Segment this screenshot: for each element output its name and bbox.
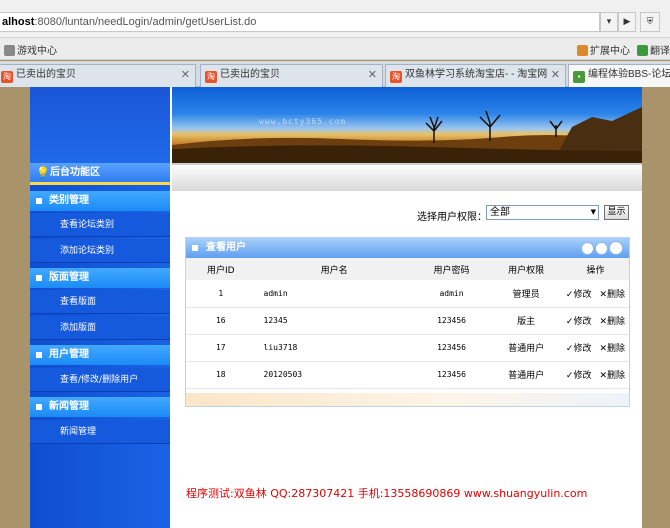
cell-actions: ✓修改 ✕删除 [561,334,629,362]
filter-label: 选择用户权限： [417,212,487,223]
extension-icon [577,45,588,56]
sidebar-section-board[interactable]: 版面管理 [30,268,170,288]
show-button[interactable]: 显示 [604,205,629,220]
circle-icon [595,242,608,255]
edit-link[interactable]: ✓修改 [566,344,592,354]
delete-link[interactable]: ✕删除 [599,290,625,300]
sidebar-section-category[interactable]: 类别管理 [30,191,170,211]
cell-role: 管理员 [490,280,562,308]
taobao-icon: 淘 [205,71,217,83]
cell-id: 18 [186,361,256,389]
table-row: 1 admin admin 管理员 ✓修改 ✕删除 [186,280,629,308]
landscape-image [172,107,642,163]
cell-username: 20120503 [255,361,413,389]
cell-role: 版主 [490,307,562,335]
browser-toolbar: alhost:8080/luntan/needLogin/admin/getUs… [0,0,670,38]
page-icon: ▪ [573,71,585,83]
address-bar[interactable]: alhost:8080/luntan/needLogin/admin/getUs… [0,12,600,32]
cell-password: admin [412,280,491,308]
bookmark-extension-center[interactable]: 扩展中心 [577,42,630,57]
user-list-panel: 查看用户 用户ID 用户名 用户密码 用户权限 操作 1 admin admin… [185,237,630,407]
bookmark-translate[interactable]: 翻译 [637,42,670,57]
delete-link[interactable]: ✕删除 [599,371,625,381]
cell-id: 16 [186,307,256,335]
edit-link[interactable]: ✓修改 [566,371,592,381]
panel-footer [186,393,629,406]
banner-subbar [172,163,642,191]
col-role: 用户权限 [490,258,562,280]
gamepad-icon [4,45,15,56]
cell-password: 123456 [412,307,491,335]
close-icon[interactable]: ✕ [551,65,560,85]
site-watermark: www.bcty365.com [259,117,347,126]
close-icon[interactable]: ✕ [368,65,377,85]
sidebar-item-view-categories[interactable]: 查看论坛类别 [30,213,170,237]
table-row: 18 20120503 123456 普通用户 ✓修改 ✕删除 [186,361,629,389]
lightbulb-icon: 💡 [36,166,50,179]
sidebar-section-news[interactable]: 新闻管理 [30,397,170,417]
sidebar-item-add-board[interactable]: 添加版面 [30,316,170,340]
tab-sold-items-2[interactable]: 淘已卖出的宝贝 ✕ [200,64,383,87]
footer-credit: 程序测试:双鱼林 QQ:287307421 手机:13558690869 www… [186,487,588,500]
cell-actions: ✓修改 ✕删除 [561,307,629,335]
cell-id: 17 [186,334,256,362]
sidebar-header [30,87,170,163]
cell-id: 1 [186,280,256,308]
col-actions: 操作 [561,258,629,280]
col-username: 用户名 [255,258,413,280]
user-table: 用户ID 用户名 用户密码 用户权限 操作 1 admin admin 管理员 … [186,258,629,389]
header-banner: www.bcty365.com [172,87,642,163]
col-user-id: 用户ID [186,258,256,280]
delete-link[interactable]: ✕删除 [599,344,625,354]
circle-icon [581,242,594,255]
tab-taobao-shop[interactable]: 淘双鱼林学习系统淘宝店- - 淘宝网 ✕ [385,64,566,87]
translate-icon [637,45,648,56]
chevron-down-icon: ▼ [590,208,596,216]
cell-username: liu3718 [255,334,413,362]
table-row: 17 liu3718 123456 普通用户 ✓修改 ✕删除 [186,334,629,362]
sidebar: 💡 后台功能区 类别管理 查看论坛类别 添加论坛类别 版面管理 查看版面 添加版面… [30,87,170,528]
cell-actions: ✓修改 ✕删除 [561,280,629,308]
role-select[interactable]: 全部 ▼ [486,205,599,220]
taobao-icon: 淘 [1,71,13,83]
delete-link[interactable]: ✕删除 [599,317,625,327]
edit-link[interactable]: ✓修改 [566,317,592,327]
sidebar-item-manage-users[interactable]: 查看/修改/删除用户 [30,368,170,392]
cell-role: 普通用户 [490,361,562,389]
cell-role: 普通用户 [490,334,562,362]
col-password: 用户密码 [412,258,491,280]
tab-sold-items-1[interactable]: 淘已卖出的宝贝 ✕ [0,64,196,87]
table-row: 16 12345 123456 版主 ✓修改 ✕删除 [186,307,629,335]
close-icon[interactable]: ✕ [181,65,190,85]
cell-username: admin [255,280,413,308]
edit-link[interactable]: ✓修改 [566,290,592,300]
cell-password: 123456 [412,334,491,362]
cell-actions: ✓修改 ✕删除 [561,361,629,389]
table-header-row: 用户ID 用户名 用户密码 用户权限 操作 [186,258,629,280]
go-icon[interactable]: ▶ [618,12,636,32]
cell-password: 123456 [412,361,491,389]
tab-bbs-active[interactable]: ▪ 编程体验BBS-论坛 | [568,64,670,87]
cell-username: 12345 [255,307,413,335]
shield-icon[interactable]: ⛨ [640,12,660,32]
bookmarks-bar: 游戏中心 扩展中心 翻译 [0,38,670,60]
tab-bar: 淘已卖出的宝贝 ✕ 淘已卖出的宝贝 ✕ 淘双鱼林学习系统淘宝店- - 淘宝网 ✕ ▪ 编… [0,61,670,87]
dropdown-icon[interactable]: ▾ [600,12,618,32]
page-content: 💡 后台功能区 类别管理 查看论坛类别 添加论坛类别 版面管理 查看版面 添加版面… [30,87,642,528]
sidebar-item-view-boards[interactable]: 查看版面 [30,290,170,314]
circle-icon [609,241,623,255]
sidebar-section-user[interactable]: 用户管理 [30,345,170,365]
taobao-icon: 淘 [390,71,402,83]
sidebar-item-add-category[interactable]: 添加论坛类别 [30,239,170,263]
panel-title: 查看用户 [186,238,629,258]
sidebar-item-news[interactable]: 新闻管理 [30,420,170,444]
bookmark-game-center[interactable]: 游戏中心 [4,42,57,57]
sidebar-title: 💡 后台功能区 [30,163,170,185]
